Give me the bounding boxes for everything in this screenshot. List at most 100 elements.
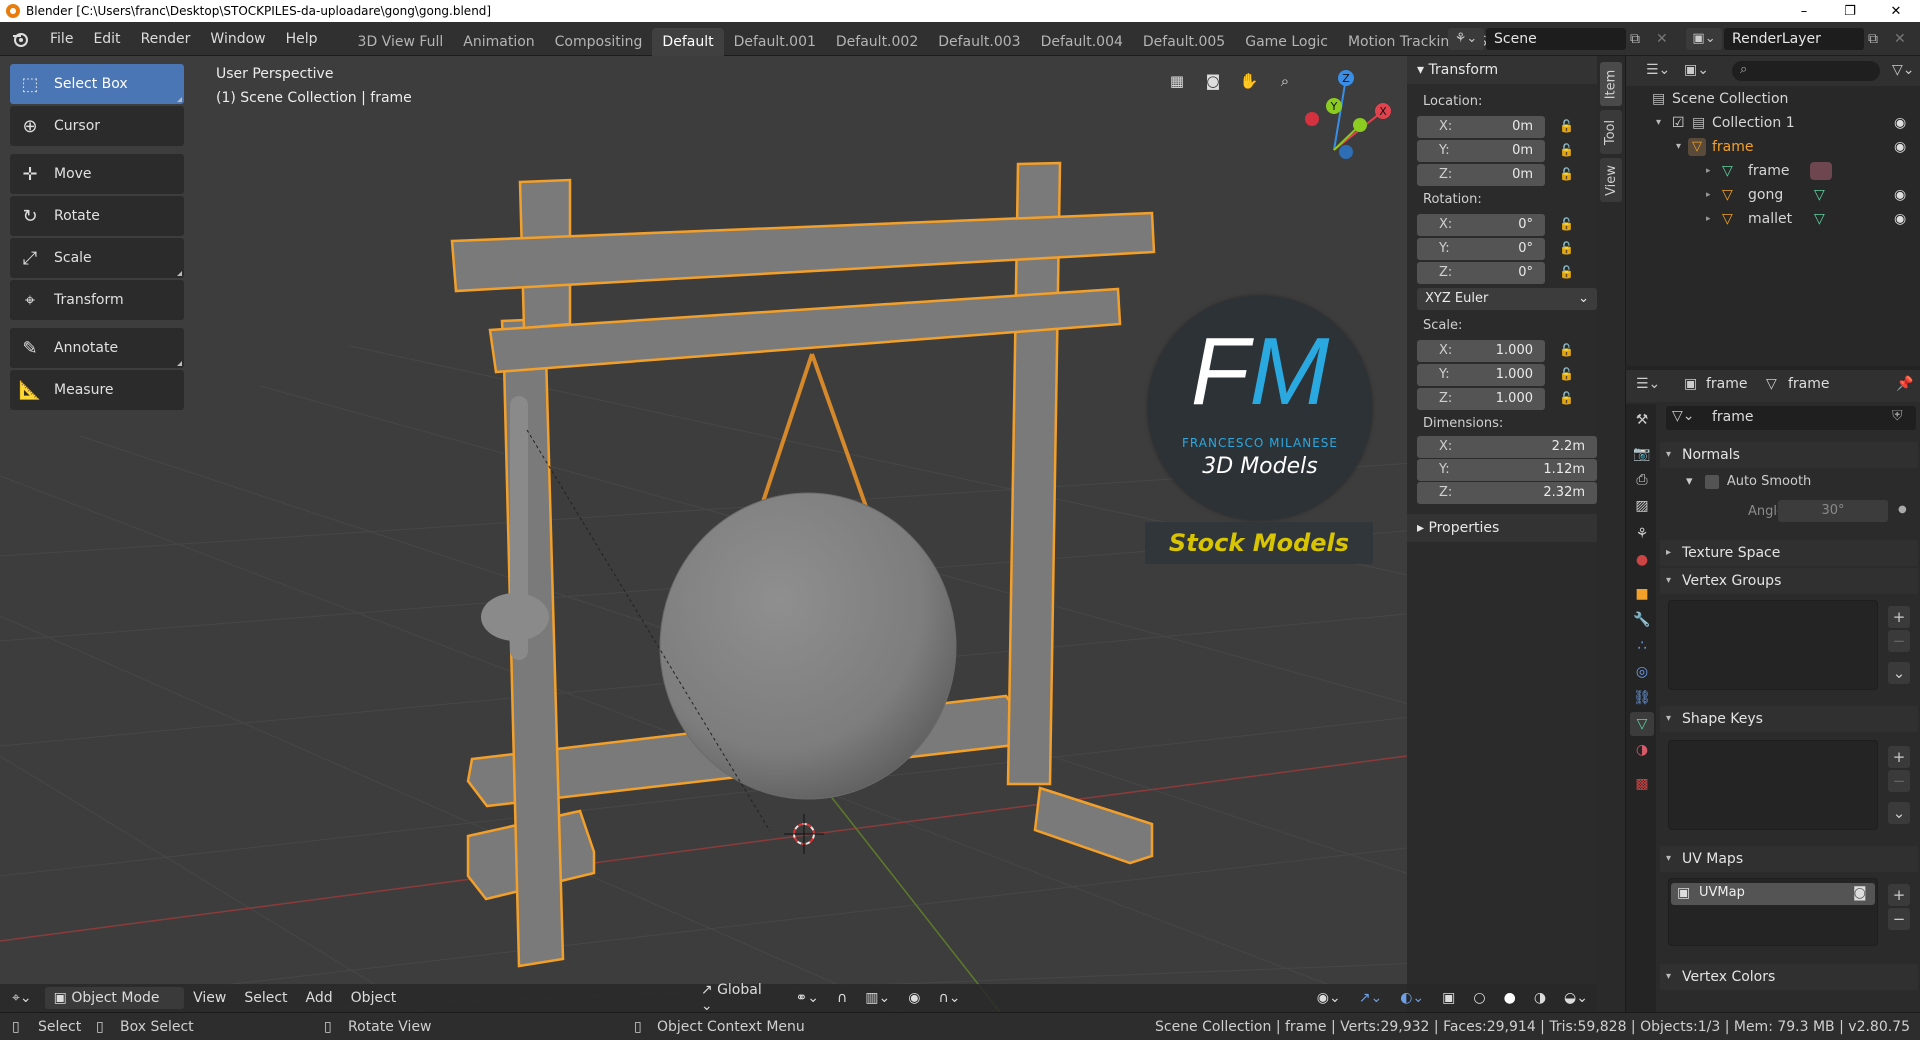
expand-arrow-icon[interactable]: ▾ xyxy=(1676,135,1681,159)
dimensions-x-field[interactable]: X: 2.2m xyxy=(1417,436,1597,458)
transform-panel-header[interactable]: ▾ Transform xyxy=(1407,56,1597,84)
visibility-eye-icon[interactable]: ◉ xyxy=(1894,207,1906,231)
mesh-datablock-field[interactable]: ▽⌄ frame ⛨ xyxy=(1666,406,1916,430)
add-vertex-group-button[interactable]: + xyxy=(1888,606,1910,628)
tab-item[interactable]: Item xyxy=(1600,62,1622,106)
rotation-mode-dropdown[interactable]: XYZ Euler ⌄ xyxy=(1417,288,1597,310)
navigation-gizmo[interactable]: Z X Y xyxy=(1305,70,1391,159)
menu-window[interactable]: Window xyxy=(200,22,275,56)
menu-help[interactable]: Help xyxy=(276,22,328,56)
3d-viewport[interactable]: Z X Y User Perspective (1) Scene Collect… xyxy=(0,56,1597,1012)
lock-location-y-icon[interactable]: 🔓 xyxy=(1559,143,1577,159)
vertex-groups-list[interactable] xyxy=(1668,600,1878,690)
rotation-y-field[interactable]: Y: 0° xyxy=(1417,238,1545,260)
location-z-field[interactable]: Z: 0m xyxy=(1417,164,1545,186)
scale-x-field[interactable]: X: 1.000 xyxy=(1417,340,1545,362)
visibility-eye-icon[interactable]: ◉ xyxy=(1894,183,1906,207)
lock-scale-y-icon[interactable]: 🔓 xyxy=(1559,367,1577,383)
location-x-field[interactable]: X: 0m xyxy=(1417,116,1545,138)
delete-view-layer-icon[interactable]: ✕ xyxy=(1894,31,1906,47)
proportional-falloff-icon[interactable]: ∩⌄ xyxy=(929,990,969,1006)
pivot-point-icon[interactable]: ⚭⌄ xyxy=(787,990,828,1006)
tool-rotate[interactable]: ↻ Rotate xyxy=(10,196,184,236)
material-tab-icon[interactable]: ◑ xyxy=(1630,738,1654,762)
lock-rotation-x-icon[interactable]: 🔓 xyxy=(1559,217,1577,233)
shading-wireframe-icon[interactable]: ○ xyxy=(1464,990,1494,1006)
world-tab-icon[interactable]: ● xyxy=(1630,548,1654,572)
maximize-button[interactable]: ❐ xyxy=(1827,0,1873,22)
new-view-layer-icon[interactable]: ⧉ xyxy=(1868,31,1878,47)
minimize-button[interactable]: – xyxy=(1781,0,1827,22)
shape-keys-panel-header[interactable]: ▾ Shape Keys xyxy=(1660,706,1918,732)
view-layer-browse-icon[interactable]: ▣⌄ xyxy=(1686,28,1722,50)
outliner-filter-view-icon[interactable]: ▣⌄ xyxy=(1684,62,1709,78)
vertex-colors-panel-header[interactable]: ▾ Vertex Colors xyxy=(1660,964,1918,990)
xray-toggle-icon[interactable]: ▣ xyxy=(1433,990,1464,1006)
shading-solid-icon[interactable]: ● xyxy=(1495,990,1525,1006)
normals-panel-header[interactable]: ▾ Normals xyxy=(1660,442,1918,468)
workspace-tab-default-004[interactable]: Default.004 xyxy=(1031,28,1133,56)
lock-rotation-y-icon[interactable]: 🔓 xyxy=(1559,241,1577,257)
location-y-field[interactable]: Y: 0m xyxy=(1417,140,1545,162)
gong-disc[interactable] xyxy=(659,492,957,800)
visibility-icon[interactable]: ◉⌄ xyxy=(1308,990,1350,1006)
overlays-toggle-icon[interactable]: ◐⌄ xyxy=(1391,990,1433,1006)
expand-arrow-icon[interactable]: ▸ xyxy=(1706,183,1711,207)
object-tab-icon[interactable]: ■ xyxy=(1630,582,1654,606)
menu-add[interactable]: Add xyxy=(297,990,342,1006)
outliner-search-input[interactable]: ⌕ xyxy=(1732,61,1880,81)
transform-orientation-dropdown[interactable]: ↗ Global ⌄ xyxy=(692,982,787,1014)
keyframe-dot-icon[interactable]: ● xyxy=(1898,504,1907,515)
scene-tab-icon[interactable]: ⚘ xyxy=(1630,522,1654,546)
outliner-row-frame[interactable]: ▾ ▽ frame ◉ xyxy=(1626,135,1920,159)
texture-space-panel-header[interactable]: ▸ Texture Space xyxy=(1660,540,1918,566)
remove-vertex-group-button[interactable]: − xyxy=(1888,630,1910,652)
menu-render[interactable]: Render xyxy=(131,22,201,56)
object-mode-dropdown[interactable]: ▣ Object Mode ⌄ xyxy=(44,987,185,1028)
vertex-groups-panel-header[interactable]: ▾ Vertex Groups xyxy=(1660,568,1918,594)
rotation-x-field[interactable]: X: 0° xyxy=(1417,214,1545,236)
workspace-tab-compositing[interactable]: Compositing xyxy=(545,28,653,56)
tab-view[interactable]: View xyxy=(1600,158,1622,202)
lock-rotation-z-icon[interactable]: 🔓 xyxy=(1559,265,1577,281)
menu-select[interactable]: Select xyxy=(235,990,296,1006)
close-button[interactable]: ✕ xyxy=(1873,0,1919,22)
menu-edit[interactable]: Edit xyxy=(83,22,130,56)
remove-shape-key-button[interactable]: − xyxy=(1888,770,1910,792)
menu-object[interactable]: Object xyxy=(342,990,406,1006)
blender-menu-icon[interactable] xyxy=(0,22,40,56)
view-layer-tab-icon[interactable]: ▨ xyxy=(1630,494,1654,518)
uv-map-item[interactable]: ▣ UVMap ◙ xyxy=(1671,883,1875,905)
dimensions-z-field[interactable]: Z: 2.32m xyxy=(1417,482,1597,504)
lock-location-x-icon[interactable]: 🔓 xyxy=(1559,119,1577,135)
properties-panel-header[interactable]: ▸ Properties xyxy=(1407,514,1597,542)
rotation-z-field[interactable]: Z: 0° xyxy=(1417,262,1545,284)
remove-uv-map-button[interactable]: − xyxy=(1888,908,1910,930)
menu-file[interactable]: File xyxy=(40,22,83,56)
scene-browse-icon[interactable]: ⚘⌄ xyxy=(1448,28,1484,50)
tool-settings-tab-icon[interactable]: ⚒ xyxy=(1630,408,1654,432)
workspace-tab-3d-view-full[interactable]: 3D View Full xyxy=(348,28,454,56)
snap-magnet-icon[interactable]: ∩ xyxy=(828,990,856,1006)
constraints-tab-icon[interactable]: ⛓ xyxy=(1630,686,1654,710)
lock-location-z-icon[interactable]: 🔓 xyxy=(1559,167,1577,183)
workspace-tab-default-001[interactable]: Default.001 xyxy=(724,28,826,56)
shape-keys-list[interactable] xyxy=(1668,740,1878,830)
hand-pan-icon[interactable]: ✋ xyxy=(1234,66,1264,96)
outliner-row-frame-mesh[interactable]: ▸ ▽ frame xyxy=(1626,159,1920,183)
shading-lookdev-icon[interactable]: ◑ xyxy=(1525,990,1555,1006)
shape-key-specials-button[interactable]: ⌄ xyxy=(1888,802,1910,824)
texture-tab-icon[interactable]: ▩ xyxy=(1630,772,1654,796)
workspace-tab-game-logic[interactable]: Game Logic xyxy=(1235,28,1338,56)
tool-move[interactable]: ✛ Move xyxy=(10,154,184,194)
particles-tab-icon[interactable]: ∴ xyxy=(1630,634,1654,658)
delete-scene-icon[interactable]: ✕ xyxy=(1656,31,1668,47)
visibility-eye-icon[interactable]: ◉ xyxy=(1894,135,1906,159)
new-scene-icon[interactable]: ⧉ xyxy=(1630,31,1640,47)
auto-smooth-row[interactable]: ▾ Auto Smooth xyxy=(1686,474,1811,489)
editor-type-icon[interactable]: ☰⌄ xyxy=(1636,376,1660,392)
expand-arrow-icon[interactable]: ▸ xyxy=(1706,159,1711,183)
zoom-icon[interactable]: ⌕ xyxy=(1270,66,1300,96)
lock-scale-z-icon[interactable]: 🔓 xyxy=(1559,391,1577,407)
lock-scale-x-icon[interactable]: 🔓 xyxy=(1559,343,1577,359)
